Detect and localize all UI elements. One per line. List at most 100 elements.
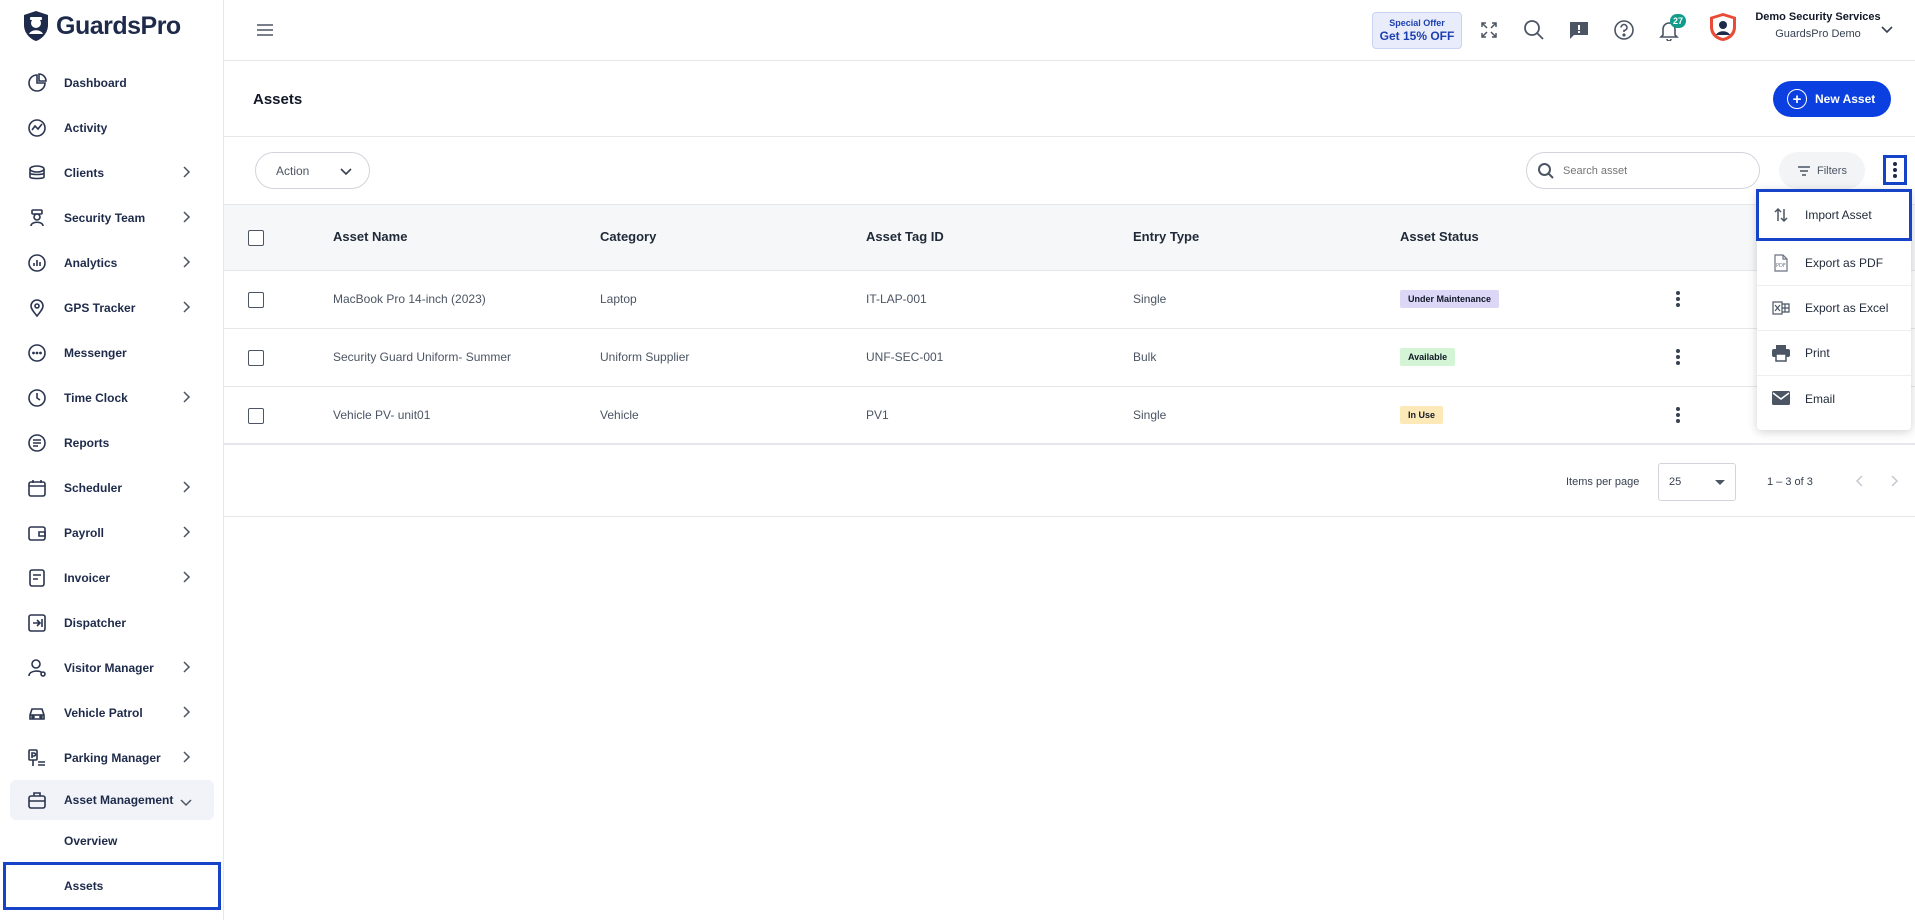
search-input[interactable] bbox=[1563, 164, 1743, 177]
sidebar-item-parking-manager[interactable]: Parking Manager bbox=[0, 735, 224, 780]
sidebar-subitem-assets[interactable]: Assets bbox=[3, 862, 221, 910]
sidebar-item-analytics[interactable]: Analytics bbox=[0, 240, 224, 285]
new-asset-button[interactable]: + New Asset bbox=[1773, 81, 1891, 117]
asset-category: Uniform Supplier bbox=[600, 350, 690, 364]
avatar[interactable] bbox=[1708, 12, 1738, 42]
select-all-checkbox[interactable] bbox=[248, 230, 264, 246]
asset-tag: UNF-SEC-001 bbox=[866, 350, 944, 364]
gps-icon bbox=[26, 297, 48, 319]
wallet-icon bbox=[26, 522, 48, 544]
sidebar-subitem-overview[interactable]: Overview bbox=[0, 820, 224, 862]
new-asset-label: New Asset bbox=[1815, 92, 1876, 106]
chevron-right-icon bbox=[183, 526, 191, 538]
fullscreen-icon[interactable] bbox=[1477, 18, 1501, 42]
sidebar-item-invoicer[interactable]: Invoicer bbox=[0, 555, 224, 600]
entry-type: Single bbox=[1133, 408, 1167, 422]
items-per-page-select[interactable]: 25 bbox=[1658, 463, 1736, 501]
row-actions-button[interactable] bbox=[1668, 344, 1688, 370]
row-checkbox[interactable] bbox=[248, 408, 264, 424]
column-header-asset-tag[interactable]: Asset Tag ID bbox=[866, 229, 944, 244]
sidebar-item-payroll[interactable]: Payroll bbox=[0, 510, 224, 555]
menu-item-print[interactable]: Print bbox=[1757, 331, 1911, 376]
filters-label: Filters bbox=[1817, 164, 1847, 177]
row-checkbox[interactable] bbox=[248, 350, 264, 366]
table-row[interactable]: Vehicle PV- unit01 Vehicle PV1 Single In… bbox=[224, 387, 1915, 445]
menu-item-export-excel[interactable]: Export as Excel bbox=[1757, 286, 1911, 331]
status-badge: Under Maintenance bbox=[1400, 290, 1500, 308]
chevron-down-icon bbox=[340, 168, 352, 176]
sidebar-item-label: Security Team bbox=[64, 210, 146, 225]
chevron-right-icon bbox=[183, 751, 191, 763]
offer-title: Special Offer bbox=[1389, 18, 1445, 28]
user-name: GuardsPro Demo bbox=[1775, 28, 1861, 40]
chevron-right-icon bbox=[1891, 475, 1899, 487]
table-header: Asset Name Category Asset Tag ID Entry T… bbox=[224, 205, 1915, 271]
sidebar-item-dispatcher[interactable]: Dispatcher bbox=[0, 600, 224, 645]
table-row[interactable]: Security Guard Uniform- Summer Uniform S… bbox=[224, 329, 1915, 387]
status-badge: In Use bbox=[1400, 406, 1444, 424]
kebab-icon bbox=[1893, 162, 1897, 178]
table-row[interactable]: MacBook Pro 14-inch (2023) Laptop IT-LAP… bbox=[224, 271, 1915, 329]
sidebar-item-label: Parking Manager bbox=[64, 750, 161, 765]
sidebar-item-vehicle-patrol[interactable]: Vehicle Patrol bbox=[0, 690, 224, 735]
search-icon[interactable] bbox=[1522, 18, 1546, 42]
special-offer-button[interactable]: Special Offer Get 15% OFF bbox=[1372, 12, 1462, 49]
briefcase-icon bbox=[26, 789, 48, 811]
brand-logo[interactable]: GuardsPro bbox=[22, 8, 181, 44]
menu-item-email[interactable]: Email bbox=[1757, 376, 1911, 421]
asset-tag: IT-LAP-001 bbox=[866, 292, 927, 306]
sidebar-item-label: Invoicer bbox=[64, 570, 111, 585]
row-checkbox[interactable] bbox=[248, 292, 264, 308]
sidebar-item-clients[interactable]: Clients bbox=[0, 150, 224, 195]
more-options-button[interactable] bbox=[1883, 155, 1907, 185]
pagination: Items per page 25 1 – 3 of 3 bbox=[224, 449, 1915, 517]
sidebar-item-asset-management[interactable]: Asset Management bbox=[10, 780, 214, 820]
help-icon[interactable] bbox=[1612, 18, 1636, 42]
menu-item-label: Export as Excel bbox=[1805, 301, 1889, 315]
menu-item-import-asset[interactable]: Import Asset bbox=[1756, 189, 1912, 241]
previous-page-button[interactable] bbox=[1850, 471, 1870, 491]
pdf-icon: PDF bbox=[1771, 253, 1791, 273]
row-actions-button[interactable] bbox=[1668, 286, 1688, 312]
column-header-entry-type[interactable]: Entry Type bbox=[1133, 229, 1199, 244]
company-name: Demo Security Services bbox=[1755, 11, 1881, 23]
column-header-asset-name[interactable]: Asset Name bbox=[333, 229, 407, 244]
account-info[interactable]: Demo Security Services GuardsPro Demo bbox=[1748, 11, 1888, 40]
shield-logo-icon bbox=[24, 11, 48, 41]
hamburger-menu-icon[interactable] bbox=[255, 20, 275, 40]
sidebar-item-label: Time Clock bbox=[64, 390, 128, 405]
menu-item-export-pdf[interactable]: PDF Export as PDF bbox=[1757, 241, 1911, 286]
entry-type: Bulk bbox=[1133, 350, 1157, 364]
sidebar-item-visitor-manager[interactable]: Visitor Manager bbox=[0, 645, 224, 690]
sidebar-item-label: Dispatcher bbox=[64, 615, 127, 630]
column-header-asset-status[interactable]: Asset Status bbox=[1400, 229, 1479, 244]
filters-button[interactable]: Filters bbox=[1779, 152, 1865, 189]
email-icon bbox=[1771, 388, 1791, 408]
sidebar-item-messenger[interactable]: Messenger bbox=[0, 330, 224, 375]
sidebar-item-security-team[interactable]: Security Team bbox=[0, 195, 224, 240]
chevron-down-icon[interactable] bbox=[1880, 22, 1894, 36]
sidebar-item-reports[interactable]: Reports bbox=[0, 420, 224, 465]
filter-icon bbox=[1798, 165, 1811, 176]
feedback-icon[interactable] bbox=[1567, 18, 1591, 42]
entry-type: Single bbox=[1133, 292, 1167, 306]
row-actions-button[interactable] bbox=[1668, 402, 1688, 428]
sidebar-item-label: Activity bbox=[64, 120, 108, 135]
menu-item-label: Print bbox=[1805, 346, 1830, 360]
asset-tag: PV1 bbox=[866, 408, 889, 422]
more-options-menu: Import Asset PDF Export as PDF Export as… bbox=[1756, 189, 1912, 430]
sidebar-item-label: Visitor Manager bbox=[64, 660, 154, 675]
notification-badge: 27 bbox=[1670, 14, 1687, 28]
sidebar-item-gps-tracker[interactable]: GPS Tracker bbox=[0, 285, 224, 330]
sidebar-item-activity[interactable]: Activity bbox=[0, 105, 224, 150]
action-dropdown[interactable]: Action bbox=[255, 152, 370, 189]
import-sort-icon bbox=[1771, 205, 1791, 225]
sidebar-item-time-clock[interactable]: Time Clock bbox=[0, 375, 224, 420]
sidebar-item-dashboard[interactable]: Dashboard bbox=[0, 60, 224, 105]
column-header-category[interactable]: Category bbox=[600, 229, 656, 244]
assets-table: Asset Name Category Asset Tag ID Entry T… bbox=[224, 205, 1915, 445]
next-page-button[interactable] bbox=[1884, 471, 1904, 491]
sidebar-item-scheduler[interactable]: Scheduler bbox=[0, 465, 224, 510]
search-icon bbox=[1538, 162, 1554, 179]
page-title: Assets bbox=[253, 91, 303, 108]
